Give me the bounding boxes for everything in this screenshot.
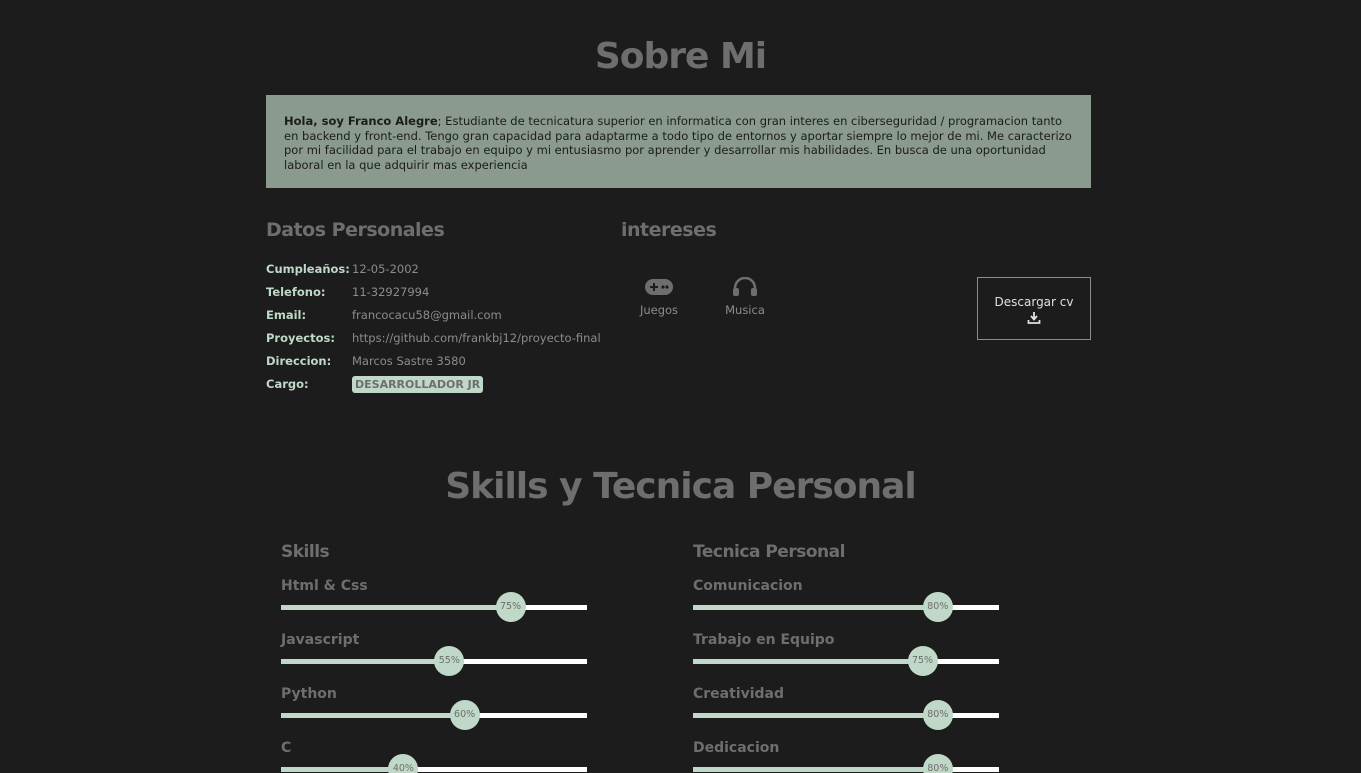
progress-bar-track <box>693 659 999 664</box>
role-badge: DESARROLLADOR JR <box>352 375 484 393</box>
page: Sobre Mi Hola, soy Franco Alegre; Estudi… <box>0 0 1361 773</box>
progress-bar-fill <box>693 767 938 772</box>
info-value: 12-05-2002 <box>352 262 419 276</box>
progress-bar-item: Creatividad 80% <box>693 686 999 738</box>
download-icon <box>1027 312 1041 324</box>
progress-bar-item: Javascript 55% <box>281 632 587 684</box>
personal-technique-column-title: Tecnica Personal <box>693 542 845 562</box>
interest-label: Musica <box>725 303 765 317</box>
intro-name: Hola, soy Franco Alegre <box>284 114 438 128</box>
headphones-icon <box>733 277 757 296</box>
progress-bar-fill <box>693 713 938 718</box>
intro-box: Hola, soy Franco Alegre; Estudiante de t… <box>266 95 1091 188</box>
progress-bar-track <box>281 605 587 610</box>
progress-bar-percentage: 80% <box>922 700 953 730</box>
interest-label: Juegos <box>639 303 679 317</box>
progress-bar-track <box>693 713 999 718</box>
progress-bar-fill <box>281 713 465 718</box>
progress-bar-label: Comunicacion <box>693 578 803 594</box>
info-row-role: Cargo: DESARROLLADOR JR <box>266 374 484 394</box>
progress-bar-percentage: 75% <box>495 592 526 622</box>
progress-bar-label: Trabajo en Equipo <box>693 632 835 648</box>
info-row-email: Email: francocacu58@gmail.com <box>266 305 502 325</box>
gamepad-icon <box>645 279 673 295</box>
progress-bar-item: Dedicacion 80% <box>693 740 999 773</box>
info-value: https://github.com/frankbj12/proyecto-fi… <box>352 331 601 345</box>
info-row-phone: Telefono: 11-32927994 <box>266 282 429 302</box>
info-label: Direccion: <box>266 354 332 368</box>
info-row-projects: Proyectos: https://github.com/frankbj12/… <box>266 328 601 348</box>
info-row-birthday: Cumpleaños: 12-05-2002 <box>266 259 419 279</box>
info-row-address: Direccion: Marcos Sastre 3580 <box>266 351 466 371</box>
download-cv-label: Descargar cv <box>994 295 1074 309</box>
interest-music: Musica <box>715 277 775 317</box>
progress-bar-percentage: 40% <box>388 754 419 773</box>
progress-bar-label: Dedicacion <box>693 740 780 756</box>
interest-games: Juegos <box>629 277 689 317</box>
progress-bar-label: Html & Css <box>281 578 368 594</box>
interests-title: intereses <box>621 219 717 241</box>
progress-bar-label: Creatividad <box>693 686 785 702</box>
info-label: Cargo: <box>266 377 309 391</box>
info-label: Cumpleaños: <box>266 262 350 276</box>
progress-bar-track <box>693 605 999 610</box>
progress-bar-fill <box>693 659 923 664</box>
progress-bar-fill <box>281 767 404 772</box>
progress-bar-item: Trabajo en Equipo 75% <box>693 632 999 684</box>
progress-bar-track <box>281 767 587 772</box>
progress-bar-label: Javascript <box>281 632 360 648</box>
progress-bar-track <box>693 767 999 772</box>
progress-bar-percentage: 55% <box>434 646 465 676</box>
progress-bar-percentage: 80% <box>922 754 953 773</box>
progress-bar-percentage: 80% <box>922 592 953 622</box>
about-title: Sobre Mi <box>594 36 767 77</box>
progress-bar-label: Python <box>281 686 337 702</box>
download-cv-button[interactable]: Descargar cv <box>977 277 1091 340</box>
progress-bar-item: Html & Css 75% <box>281 578 587 630</box>
progress-bar-percentage: 75% <box>907 646 938 676</box>
info-label: Telefono: <box>266 285 326 299</box>
info-value: 11-32927994 <box>352 285 430 299</box>
info-label: Email: <box>266 308 307 322</box>
personal-data-title: Datos Personales <box>266 219 445 241</box>
progress-bar-fill <box>281 605 511 610</box>
progress-bar-fill <box>693 605 938 610</box>
info-value: Marcos Sastre 3580 <box>352 354 466 368</box>
info-label: Proyectos: <box>266 331 335 345</box>
progress-bar-percentage: 60% <box>449 700 480 730</box>
skills-column-title: Skills <box>281 542 330 562</box>
progress-bar-item: Comunicacion 80% <box>693 578 999 630</box>
skills-section-title: Skills y Tecnica Personal <box>445 466 917 507</box>
progress-bar-fill <box>281 659 450 664</box>
progress-bar-label: C <box>281 740 292 756</box>
progress-bar-item: Python 60% <box>281 686 587 738</box>
progress-bar-item: C 40% <box>281 740 587 773</box>
progress-bar-track <box>281 713 587 718</box>
info-value: francocacu58@gmail.com <box>352 308 502 322</box>
